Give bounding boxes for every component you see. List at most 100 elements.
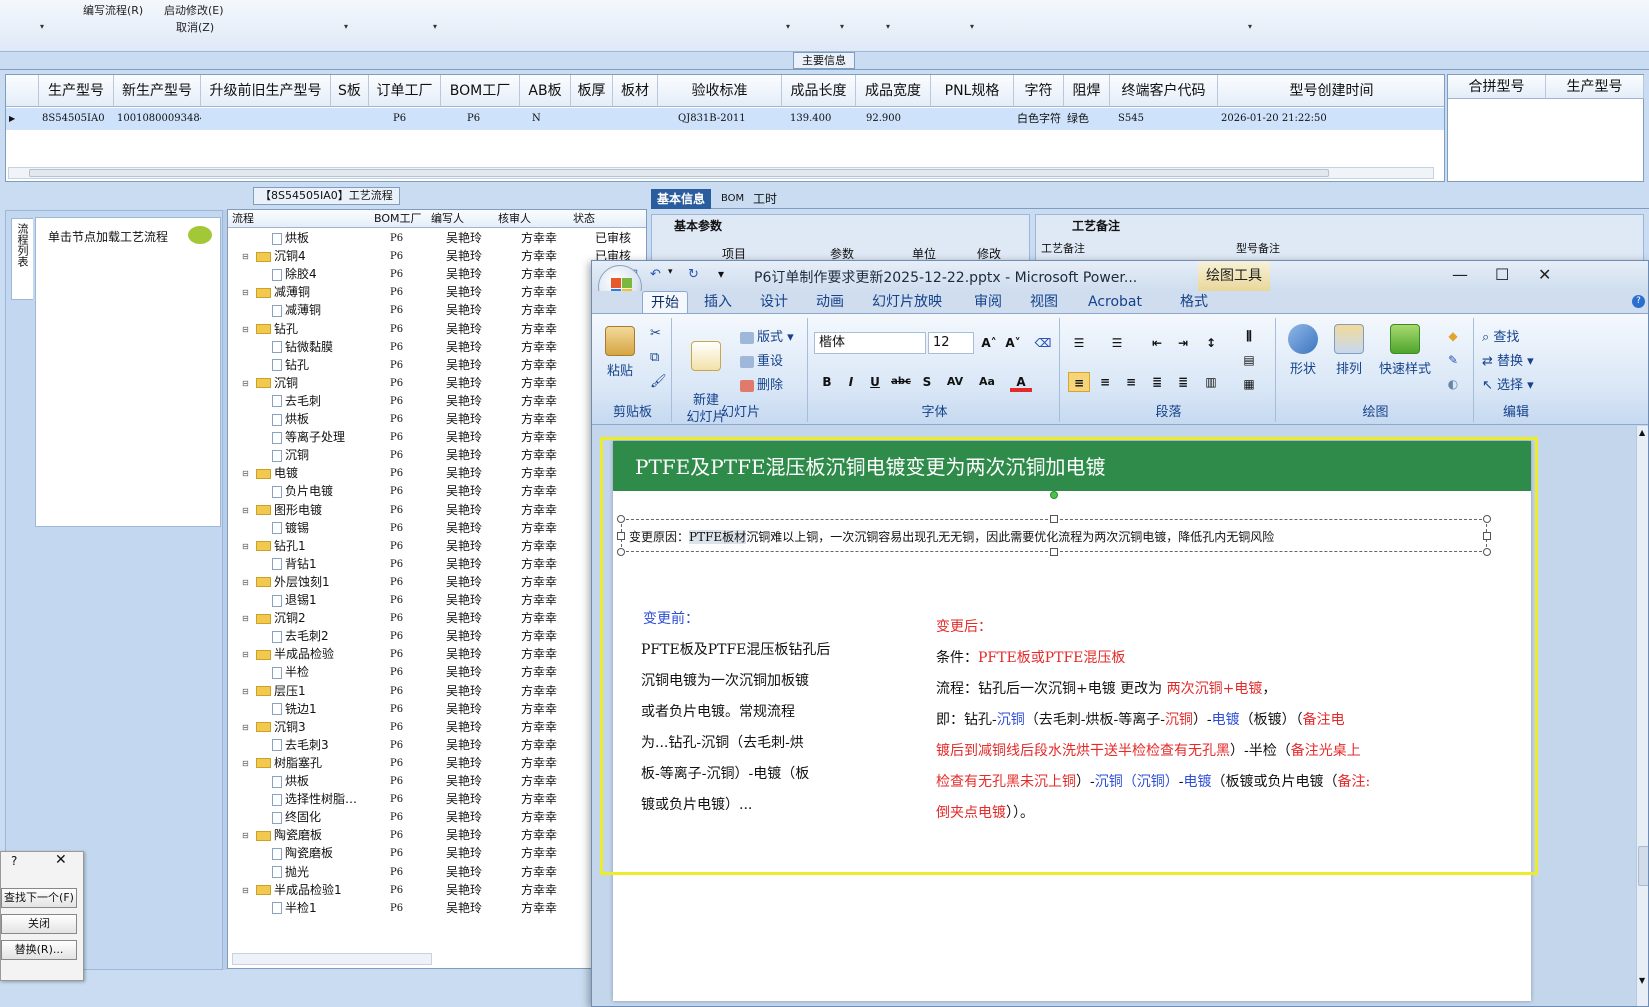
- tree-node-label[interactable]: 镀锡: [272, 519, 378, 538]
- tree-node-label[interactable]: 陶瓷磨板: [272, 844, 378, 863]
- chevron-down-icon[interactable]: ▾: [668, 267, 673, 277]
- tree-node-label[interactable]: 烘板: [272, 772, 378, 791]
- maximize-icon[interactable]: ☐: [1495, 265, 1509, 284]
- tree-row[interactable]: ⊟ 沉铜4 P6 吴艳玲 方幸幸 已审核: [228, 247, 646, 266]
- reset-button[interactable]: 重设: [740, 350, 783, 369]
- menu-item-edit-process[interactable]: 编写流程(R): [83, 2, 143, 18]
- numbering-icon[interactable]: ☰: [1106, 333, 1128, 353]
- tree-row[interactable]: ⊟ 外层蚀刻1 P6 吴艳玲 方幸幸: [228, 573, 646, 592]
- chevron-down-icon[interactable]: ▾: [886, 22, 890, 31]
- tab-animation[interactable]: 动画: [808, 291, 852, 313]
- scroll-down-icon[interactable]: ▼: [1639, 976, 1645, 985]
- tree-node-label[interactable]: 树脂塞孔: [256, 754, 378, 773]
- cell[interactable]: [613, 108, 658, 130]
- tree-row[interactable]: ⊟ 钻孔 P6 吴艳玲 方幸幸: [228, 320, 646, 339]
- chevron-down-icon[interactable]: ▾: [840, 22, 844, 31]
- cell[interactable]: 绿色: [1064, 108, 1110, 130]
- tree-row[interactable]: ⊟ 半成品检验 P6 吴艳玲 方幸幸: [228, 645, 646, 664]
- tree-node-label[interactable]: 烘板: [272, 229, 378, 248]
- cell[interactable]: [201, 108, 331, 130]
- tree-node-label[interactable]: 终固化: [272, 808, 378, 827]
- col-header[interactable]: BOM工厂: [374, 210, 422, 228]
- tree-row[interactable]: 抛光 P6 吴艳玲 方幸幸: [228, 863, 646, 882]
- tab-insert[interactable]: 插入: [696, 291, 740, 313]
- cell[interactable]: [571, 108, 613, 130]
- tree-node-label[interactable]: 退锡1: [272, 591, 378, 610]
- col-header[interactable]: 生产型号: [39, 75, 114, 107]
- tab-bom[interactable]: BOM: [715, 189, 750, 209]
- main-info-grid[interactable]: 生产型号 新生产型号 升级前旧生产型号 S板 订单工厂 BOM工厂 AB板 板厚…: [5, 74, 1445, 182]
- tree-row[interactable]: ⊟ 沉铜3 P6 吴艳玲 方幸幸: [228, 718, 646, 737]
- tree-row[interactable]: ⊟ 图形电镀 P6 吴艳玲 方幸幸: [228, 501, 646, 520]
- close-icon[interactable]: ✕: [55, 852, 67, 868]
- tree-node-label[interactable]: 等离子处理: [272, 428, 378, 447]
- select-button[interactable]: ↖ 选择 ▾: [1482, 374, 1534, 393]
- cell[interactable]: 10010800093484: [114, 108, 201, 130]
- columns-icon[interactable]: ▥: [1200, 372, 1222, 392]
- tree-row[interactable]: 去毛刺3 P6 吴艳玲 方幸幸: [228, 736, 646, 755]
- col-header[interactable]: 字符: [1014, 75, 1064, 107]
- tree-node-label[interactable]: 沉铜: [272, 446, 378, 465]
- tab-design[interactable]: 设计: [752, 291, 796, 313]
- scrollbar-thumb[interactable]: [1638, 846, 1648, 886]
- shape-button[interactable]: 形状: [1282, 324, 1324, 377]
- layout-button[interactable]: 版式 ▾: [740, 326, 794, 345]
- align-right-icon[interactable]: ≡: [1120, 372, 1142, 392]
- tree-row[interactable]: 烘板 P6 吴艳玲 方幸幸: [228, 772, 646, 791]
- arrange-button[interactable]: 排列: [1328, 324, 1370, 377]
- col-header[interactable]: AB板: [520, 75, 571, 107]
- tab-review[interactable]: 审阅: [966, 291, 1010, 313]
- tree-node-label[interactable]: 钻孔: [272, 356, 378, 375]
- tree-node-label[interactable]: 外层蚀刻1: [256, 573, 378, 592]
- cell[interactable]: P6: [369, 108, 441, 130]
- tree-row[interactable]: 退锡1 P6 吴艳玲 方幸幸: [228, 591, 646, 610]
- tree-row[interactable]: 背钻1 P6 吴艳玲 方幸幸: [228, 555, 646, 574]
- tree-row[interactable]: ⊟ 陶瓷磨板 P6 吴艳玲 方幸幸: [228, 826, 646, 845]
- collapse-icon[interactable]: ⊟: [242, 609, 249, 628]
- tree-row[interactable]: ⊟ 钻孔1 P6 吴艳玲 方幸幸: [228, 537, 646, 556]
- tree-row[interactable]: 钻孔 P6 吴艳玲 方幸幸: [228, 356, 646, 375]
- tree-node-label[interactable]: 半检1: [272, 899, 378, 918]
- collapse-icon[interactable]: ⊟: [242, 464, 249, 483]
- copy-icon[interactable]: ⧉: [650, 350, 659, 365]
- cell[interactable]: P6: [441, 108, 520, 130]
- process-tree-grid[interactable]: 流程 BOM工厂 编写人 核审人 状态 烘板 P6 吴艳玲 方幸幸 已审核 ⊟ 沉铜4 P6 吴…: [227, 209, 647, 969]
- chevron-down-icon[interactable]: ▾: [433, 22, 437, 31]
- distributed-icon[interactable]: ≣: [1172, 372, 1194, 392]
- cell[interactable]: 139.400: [782, 108, 856, 130]
- tree-row[interactable]: 除胶4 P6 吴艳玲 方幸幸: [228, 265, 646, 284]
- tree-row[interactable]: 减薄铜 P6 吴艳玲 方幸幸: [228, 301, 646, 320]
- tree-row[interactable]: 选择性树脂… P6 吴艳玲 方幸幸: [228, 790, 646, 809]
- tree-row[interactable]: 去毛刺2 P6 吴艳玲 方幸幸: [228, 627, 646, 646]
- collapse-icon[interactable]: ⊟: [242, 718, 249, 737]
- font-name-combo[interactable]: 楷体: [814, 332, 926, 354]
- tree-node-label[interactable]: 沉铜2: [256, 609, 378, 628]
- chevron-down-icon[interactable]: ▾: [344, 22, 348, 31]
- tree-row[interactable]: 终固化 P6 吴艳玲 方幸幸: [228, 808, 646, 827]
- tree-node-label[interactable]: 图形电镀: [256, 501, 378, 520]
- col-header[interactable]: 终端客户代码: [1110, 75, 1218, 107]
- tree-node-label[interactable]: 负片电镀: [272, 482, 378, 501]
- tab-basic-info[interactable]: 基本信息: [651, 189, 712, 209]
- collapse-icon[interactable]: ⊟: [242, 682, 249, 701]
- tree-node-label[interactable]: 陶瓷磨板: [256, 826, 378, 845]
- chevron-down-icon[interactable]: ▾: [970, 22, 974, 31]
- tree-node-label[interactable]: 铣边1: [272, 700, 378, 719]
- tree-node-label[interactable]: 半成品检验1: [256, 881, 378, 900]
- tree-node-label[interactable]: 减薄铜: [272, 301, 378, 320]
- collapse-icon[interactable]: ⊟: [242, 537, 249, 556]
- col-header[interactable]: 型号创建时间: [1218, 75, 1444, 107]
- tree-node-label[interactable]: 半检: [272, 663, 378, 682]
- tree-node-label[interactable]: 选择性树脂…: [272, 790, 378, 809]
- collapse-icon[interactable]: ⊟: [242, 881, 249, 900]
- col-header[interactable]: 板材: [613, 75, 658, 107]
- collapse-icon[interactable]: ⊟: [242, 283, 249, 302]
- cell[interactable]: 8S54505IA0: [39, 108, 114, 130]
- collapse-icon[interactable]: ⊟: [242, 320, 249, 339]
- slide-scrollbar[interactable]: ▲ ▼: [1636, 426, 1648, 1006]
- increase-indent-icon[interactable]: ⇥: [1172, 333, 1194, 353]
- clear-format-icon[interactable]: ⌫: [1032, 333, 1054, 353]
- strikethrough-icon[interactable]: abc: [890, 372, 912, 392]
- main-grid-scrollbar[interactable]: [8, 167, 1434, 179]
- cell[interactable]: 92.900: [856, 108, 931, 130]
